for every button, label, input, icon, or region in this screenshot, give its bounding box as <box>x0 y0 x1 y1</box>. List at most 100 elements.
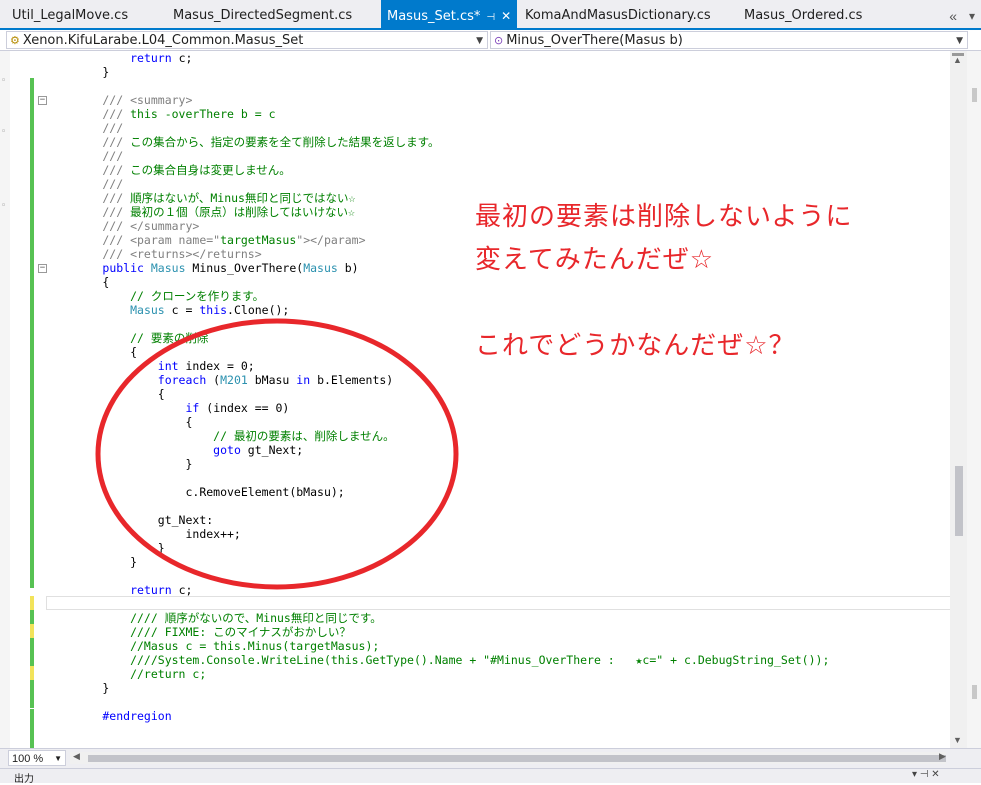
code-token: Masus <box>303 261 338 275</box>
code-line: //Masus c = this.Minus(targetMasus); <box>47 639 379 653</box>
annotation-text-3: これでどうかなんだぜ☆？ <box>475 331 796 361</box>
chevron-down-icon: ▼ <box>956 36 963 46</box>
code-token: goto <box>213 443 241 457</box>
code-line: //return c; <box>47 667 206 681</box>
scroll-down-icon[interactable]: ▼ <box>953 735 962 745</box>
toolbox-marker-icon: ◦ <box>1 127 7 137</box>
code-editor[interactable]: − − return c; } /// <summary> /// this -… <box>10 51 950 748</box>
code-token: c.RemoveElement(bMasu); <box>47 485 345 499</box>
code-token: return <box>130 51 172 65</box>
output-panel-header: 出力 ▾ ⊣ ✕ <box>0 768 981 785</box>
code-line: return c; <box>47 51 192 65</box>
code-token: //// 順序がないので、Minus無印と同じです。 <box>47 611 382 625</box>
close-icon[interactable]: ✕ <box>501 9 511 23</box>
code-line: c.RemoveElement(bMasu); <box>47 485 345 499</box>
vertical-scroll-thumb[interactable] <box>955 466 963 536</box>
output-panel-controls[interactable]: ▾ ⊣ ✕ <box>912 769 940 780</box>
code-line: /// <box>47 121 123 135</box>
tab-masus-directedsegment[interactable]: Masus_DirectedSegment.cs <box>173 0 352 28</box>
code-line: /// この集合から、指定の要素を全て削除した結果を返します。 <box>47 135 439 149</box>
zoom-value: 100 % <box>12 753 44 765</box>
scroll-right-icon[interactable]: ▶ <box>939 751 946 762</box>
code-line: } <box>47 65 109 79</box>
code-token: Masus <box>130 303 165 317</box>
code-token: { <box>47 345 138 359</box>
code-line: gt_Next: <box>47 513 213 527</box>
tab-masus-set[interactable]: Masus_Set.cs* ⊣ ✕ <box>381 0 518 28</box>
code-token: c; <box>171 51 193 65</box>
code-token: gt_Next; <box>240 443 304 457</box>
namespace-icon: ⚙ <box>10 34 20 47</box>
code-line: return c; <box>47 583 192 597</box>
code-token: gt_Next: <box>47 513 214 527</box>
collapse-icon[interactable]: − <box>38 264 47 273</box>
code-token: ////System.Console.WriteLine(this.GetTyp… <box>47 653 830 667</box>
code-token: } <box>47 457 193 471</box>
code-line: foreach (M201 bMasu in b.Elements) <box>47 373 393 387</box>
zoom-dropdown[interactable]: 100 % ▼ <box>8 750 66 766</box>
horizontal-scroll-thumb[interactable] <box>88 755 946 762</box>
code-line: } <box>47 681 109 695</box>
code-token: 最初の１個（原点）は削除してはいけない☆ <box>123 205 355 219</box>
code-line: // クローンを作ります。 <box>47 289 264 303</box>
tab-label: Masus_Set.cs* <box>387 9 481 24</box>
left-tool-strip: ◦ ◦ ◦ <box>0 51 10 751</box>
code-token: 順序はないが、Minus無印と同じではない☆ <box>123 191 356 205</box>
code-token: foreach <box>157 373 207 387</box>
code-line: { <box>47 387 165 401</box>
code-line: /// 最初の１個（原点）は削除してはいけない☆ <box>47 205 355 219</box>
code-token: /// <box>47 149 124 163</box>
vertical-scrollbar[interactable] <box>950 51 967 748</box>
code-token: //return c; <box>47 667 207 681</box>
code-line: /// この集合自身は変更しません。 <box>47 163 291 177</box>
scroll-left-icon[interactable]: ◀ <box>73 751 80 762</box>
member-dropdown[interactable]: ⊙ Minus_OverThere(Masus b) ▼ <box>490 31 968 49</box>
code-token: この集合自身は変更しません。 <box>123 163 291 177</box>
code-token: /// <summary> <box>47 93 193 107</box>
code-line: /// this -overThere b = c <box>47 107 275 121</box>
code-token: { <box>47 275 110 289</box>
code-line: } <box>47 555 137 569</box>
tab-label: KomaAndMasusDictionary.cs <box>525 8 711 23</box>
code-line: /// <param name="targetMasus"></param> <box>47 233 365 247</box>
code-token: /// <returns></returns> <box>47 247 262 261</box>
code-token: /// </summary> <box>47 219 200 233</box>
code-token: int <box>157 359 179 373</box>
code-line: } <box>47 541 165 555</box>
pin-icon[interactable]: ⊣ <box>486 12 495 23</box>
member-label: Minus_OverThere(Masus b) <box>506 33 683 48</box>
tab-label: Masus_DirectedSegment.cs <box>173 8 353 23</box>
code-line: //// 順序がないので、Minus無印と同じです。 <box>47 611 382 625</box>
tab-masus-ordered[interactable]: Masus_Ordered.cs <box>744 0 862 28</box>
tab-label: Masus_Ordered.cs <box>744 8 863 23</box>
tab-list-dropdown-icon[interactable]: ▾ <box>969 2 975 30</box>
code-line: { <box>47 275 109 289</box>
code-line: #endregion <box>47 709 171 723</box>
side-panel-tab[interactable] <box>972 88 977 102</box>
chevron-down-icon: ▼ <box>54 754 62 763</box>
change-indicator-unsaved <box>30 596 34 610</box>
collapse-icon[interactable]: − <box>38 96 47 105</box>
tab-util-legalmove[interactable]: Util_LegalMove.cs <box>12 0 128 28</box>
toolbox-marker-icon: ◦ <box>1 201 7 211</box>
code-line: { <box>47 345 137 359</box>
code-line: index++; <box>47 527 240 541</box>
side-panel-tab[interactable] <box>972 685 977 699</box>
code-token: /// <param name=" <box>47 233 221 247</box>
code-token: public <box>102 261 144 275</box>
tab-overflow-icon[interactable]: « <box>949 2 957 30</box>
code-line: public Masus Minus_OverThere(Masus b) <box>47 261 358 275</box>
scroll-up-icon[interactable]: ▲ <box>953 55 962 65</box>
scope-dropdown[interactable]: ⚙ Xenon.KifuLarabe.L04_Common.Masus_Set ▼ <box>6 31 488 49</box>
code-token: (index == 0) <box>199 401 290 415</box>
code-token: { <box>47 415 193 429</box>
code-line: /// <box>47 149 123 163</box>
annotation-text-1: 最初の要素は削除しないように <box>475 202 853 232</box>
tab-komaandmasusdictionary[interactable]: KomaAndMasusDictionary.cs <box>525 0 711 28</box>
